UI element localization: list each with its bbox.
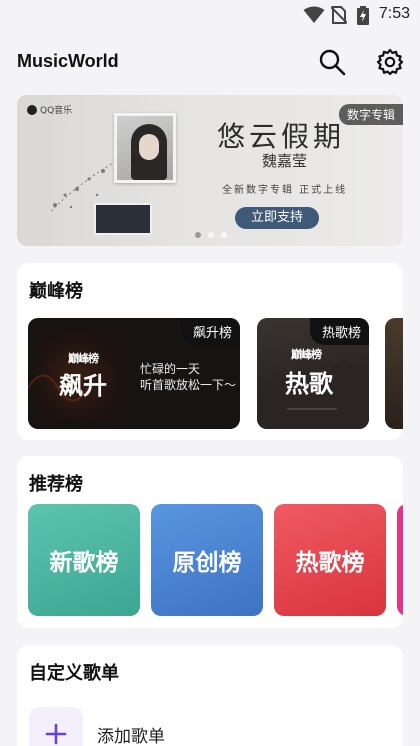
chart-big-text: 飙升: [59, 372, 107, 400]
chart-tag: 飙升榜: [180, 318, 240, 345]
album-thumbnail: [94, 203, 152, 235]
chart-desc-line2: 听首歌放松一下～: [140, 378, 237, 392]
battery-charging-icon: [357, 6, 369, 29]
add-playlist-button[interactable]: [29, 707, 83, 746]
album-title: 悠云假期: [217, 120, 346, 153]
app-title: MusicWorld: [17, 51, 119, 71]
status-bar: 7:53: [0, 0, 420, 30]
search-button[interactable]: [316, 46, 348, 78]
qq-music-logo: QQ音乐: [27, 103, 72, 116]
chart-card-label: 新歌榜: [49, 550, 119, 576]
album-artist: 魏嘉莹: [262, 152, 308, 170]
pager-dot[interactable]: [208, 232, 214, 238]
recommended-charts-section: 推荐榜 新歌榜 原创榜 热歌榜: [17, 456, 403, 628]
chart-card-rising[interactable]: 巅峰榜 飙升 忙碌的一天 听首歌放松一下～ 飙升榜: [28, 318, 240, 429]
peak-charts-section: 巅峰榜 巅峰榜 飙升 忙碌的一天 听首歌放松一下～ 飙升榜 巅峰榜 热歌 热歌榜: [17, 263, 403, 440]
chart-card-partial[interactable]: [397, 504, 403, 616]
chart-tag: 热歌榜: [309, 318, 369, 345]
banner-tag: 数字专辑: [338, 104, 403, 125]
custom-playlists-section: 自定义歌单 添加歌单: [17, 645, 403, 746]
support-button[interactable]: 立即支持: [235, 207, 319, 229]
chart-card-original[interactable]: 原创榜: [151, 504, 263, 616]
app-bar: MusicWorld: [0, 40, 420, 86]
pager-dot[interactable]: [221, 232, 227, 238]
add-playlist-row[interactable]: 添加歌单: [29, 707, 165, 746]
chart-card-label: 热歌榜: [295, 550, 365, 576]
gear-icon: [376, 48, 404, 76]
section-title: 推荐榜: [29, 474, 83, 495]
chart-card-hot-songs[interactable]: 热歌榜: [274, 504, 386, 616]
chart-card-new-songs[interactable]: 新歌榜: [28, 504, 140, 616]
chart-card-partial[interactable]: [385, 318, 403, 429]
add-playlist-label: 添加歌单: [97, 726, 165, 746]
settings-button[interactable]: [374, 46, 406, 78]
status-time: 7:53: [378, 5, 410, 22]
wifi-icon: [303, 6, 325, 28]
promo-banner[interactable]: QQ音乐 数字专辑 悠云假期 魏嘉莹 全新数字专辑 正式上线 立即支持: [17, 95, 403, 246]
chart-card-hot[interactable]: 巅峰榜 热歌 热歌榜: [257, 318, 369, 429]
search-icon: [319, 49, 346, 76]
album-subtitle: 全新数字专辑 正式上线: [222, 185, 348, 196]
plus-icon: [45, 723, 67, 745]
chart-logo: 巅峰榜: [291, 348, 322, 361]
chart-card-label: 原创榜: [172, 550, 242, 576]
pager-dot[interactable]: [195, 232, 201, 238]
section-title: 自定义歌单: [29, 663, 119, 684]
album-photo: [114, 113, 176, 183]
chart-big-text: 热歌: [285, 370, 333, 398]
chart-desc-line1: 忙碌的一天: [140, 362, 201, 376]
banner-pager: [195, 232, 227, 238]
section-title: 巅峰榜: [29, 281, 83, 302]
no-sim-icon: [330, 6, 348, 28]
chart-logo: 巅峰榜: [68, 352, 99, 365]
